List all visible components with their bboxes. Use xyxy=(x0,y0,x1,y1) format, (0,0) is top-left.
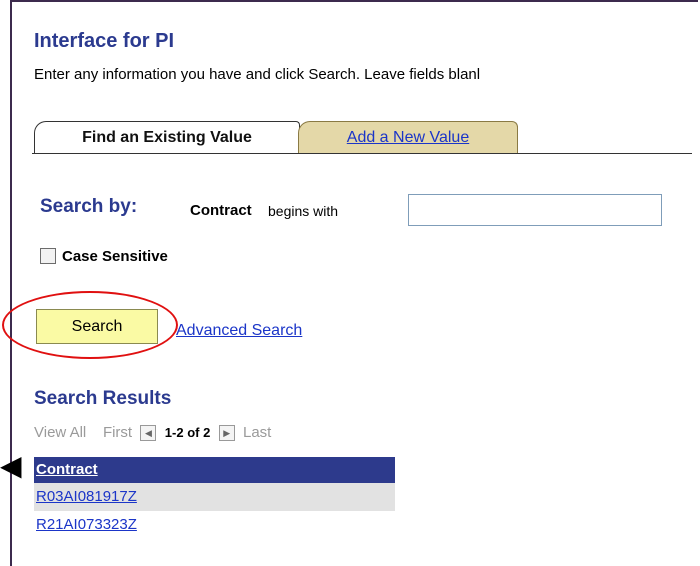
last-link[interactable]: Last xyxy=(243,424,271,441)
next-arrow-icon[interactable]: ▶ xyxy=(218,425,235,442)
first-link[interactable]: First xyxy=(103,424,132,441)
search-operator: begins with xyxy=(268,203,339,219)
results-table: Contract R03AI081917Z R21AI073323Z xyxy=(34,457,395,539)
instructions-text: Enter any information you have and click… xyxy=(34,66,481,83)
tab-add-new-value[interactable]: Add a New Value xyxy=(298,121,518,153)
pointer-arrow-icon: ◀ xyxy=(0,450,22,481)
case-sensitive-label: Case Sensitive xyxy=(62,248,168,265)
results-navigation: View All First ◀ 1-2 of 2 ▶ Last xyxy=(34,424,271,442)
search-results-heading: Search Results xyxy=(34,388,172,409)
results-count: 1-2 of 2 xyxy=(164,425,211,440)
case-sensitive-checkbox[interactable] xyxy=(40,248,56,264)
contract-search-input[interactable] xyxy=(408,194,662,226)
table-row: R21AI073323Z xyxy=(34,511,395,539)
contract-link[interactable]: R21AI073323Z xyxy=(36,516,137,533)
previous-arrow-icon[interactable]: ◀ xyxy=(140,425,157,442)
contract-field-label: Contract xyxy=(190,202,252,219)
page-title: Interface for PI xyxy=(34,30,175,52)
contract-column-header[interactable]: Contract xyxy=(34,457,395,483)
search-button[interactable]: Search xyxy=(36,309,158,344)
contract-link[interactable]: R03AI081917Z xyxy=(36,488,137,505)
tab-add-new-value-label[interactable]: Add a New Value xyxy=(347,129,469,146)
table-row: R03AI081917Z xyxy=(34,483,395,511)
tab-find-existing-value[interactable]: Find an Existing Value xyxy=(34,121,300,153)
view-all-link[interactable]: View All xyxy=(34,424,86,441)
search-by-heading: Search by: xyxy=(40,196,138,217)
advanced-search-link[interactable]: Advanced Search xyxy=(176,322,302,340)
